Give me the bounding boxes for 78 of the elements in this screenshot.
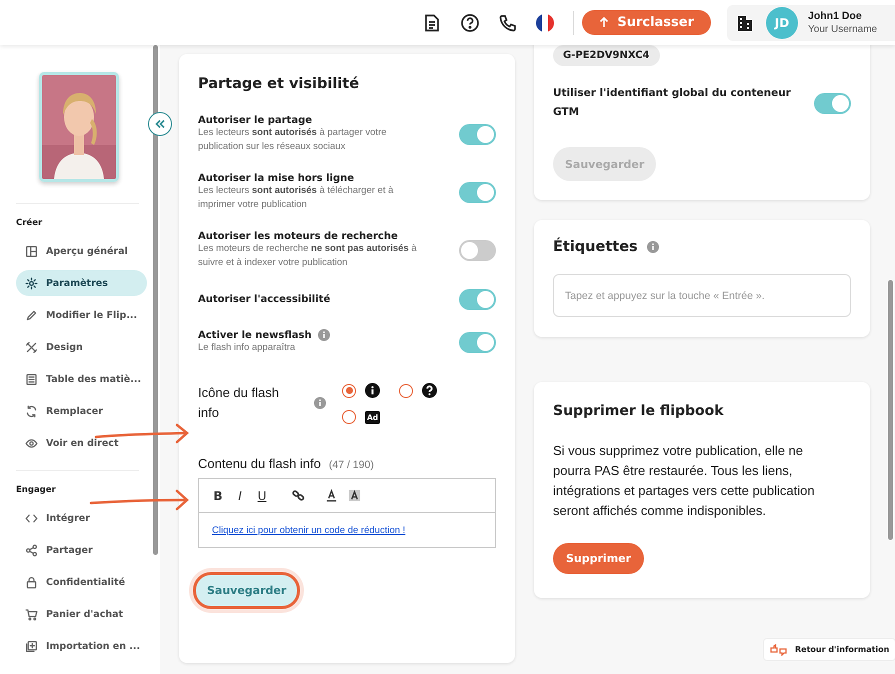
setting-description: Le flash info apparaîtra bbox=[198, 341, 296, 355]
phone-icon[interactable] bbox=[498, 12, 518, 32]
setting-description: Les moteurs de recherche ne sont pas autorisés à suivre et à indexer votre publication bbox=[198, 242, 418, 270]
menu-item-icon bbox=[25, 608, 38, 620]
menu-item-icon bbox=[25, 244, 38, 258]
collapse-button[interactable] bbox=[148, 112, 172, 136]
sidebar-item[interactable]: Intégrer bbox=[16, 505, 147, 531]
toggle-switch[interactable] bbox=[459, 332, 496, 352]
setting-description: Les lecteurs sont autorisés à partager votre publication sur les réseaux sociaux bbox=[198, 126, 388, 154]
menu-item-icon bbox=[25, 436, 38, 450]
info-icon bbox=[314, 397, 326, 409]
text-color-icon[interactable] bbox=[325, 489, 338, 502]
question-icon bbox=[422, 383, 437, 398]
setting-label: Autoriser les moteurs de recherche bbox=[198, 231, 398, 242]
arrow-up-icon bbox=[599, 17, 610, 28]
field-label: Icône du flash info bbox=[198, 384, 280, 422]
sidebar-item[interactable]: Importation en ... bbox=[16, 633, 147, 659]
info-icon bbox=[318, 329, 330, 341]
user-name: John1 Doe bbox=[808, 10, 863, 22]
section-title: Engager bbox=[16, 485, 57, 495]
sidebar-item[interactable]: Remplacer bbox=[16, 398, 147, 424]
format-button[interactable]: U bbox=[256, 488, 268, 502]
field-label: Contenu du flash info bbox=[198, 456, 321, 471]
highlight-color-icon[interactable] bbox=[348, 489, 361, 502]
menu-item-icon bbox=[25, 544, 38, 556]
sidebar-item[interactable]: Panier d'achat bbox=[16, 601, 147, 627]
setting-label: Autoriser la mise hors ligne bbox=[198, 173, 354, 184]
sidebar-item[interactable]: Confidentialité bbox=[16, 569, 147, 595]
toggle-switch[interactable] bbox=[814, 93, 851, 114]
setting-label: Activer le newsflash bbox=[198, 330, 312, 340]
text-editor[interactable]: B I U Cliquez ici pour obtenir un code de réduction ! bbox=[198, 478, 496, 548]
toggle-switch[interactable] bbox=[459, 124, 496, 145]
info-icon bbox=[646, 241, 659, 253]
feedback-button[interactable]: Retour d'information bbox=[763, 638, 895, 661]
user-username: Your Username bbox=[808, 22, 878, 36]
setting-label: Autoriser l'accessibilité bbox=[198, 294, 330, 305]
section-title: Créer bbox=[16, 218, 44, 228]
format-button[interactable]: B bbox=[212, 488, 224, 502]
radio-button[interactable] bbox=[342, 410, 356, 424]
menu-item-icon bbox=[25, 308, 38, 322]
radio-button[interactable] bbox=[399, 384, 413, 398]
toggle-switch[interactable] bbox=[459, 182, 496, 203]
card-title: Étiquettes bbox=[553, 239, 638, 255]
save-button[interactable]: Sauvegarder bbox=[193, 572, 300, 609]
menu-item-icon bbox=[25, 276, 38, 290]
sidebar-item[interactable]: Aperçu général bbox=[16, 238, 147, 264]
editor-link[interactable]: Cliquez ici pour obtenir un code de réduction ! bbox=[212, 524, 406, 536]
menu-item-icon bbox=[25, 640, 38, 652]
sidebar-item[interactable]: Voir en direct bbox=[16, 430, 147, 456]
setting-label: Utiliser l'identifiant global du conteneur GTM bbox=[553, 86, 792, 120]
format-button[interactable]: I bbox=[234, 488, 246, 502]
menu-item-icon bbox=[25, 340, 38, 354]
double-chevron-icon bbox=[155, 119, 165, 129]
info-icon bbox=[365, 383, 380, 398]
toggle-switch[interactable] bbox=[459, 289, 496, 310]
building-icon[interactable] bbox=[736, 14, 754, 32]
character-counter: (47 / 190) bbox=[328, 459, 374, 471]
toggle-switch[interactable] bbox=[459, 240, 496, 261]
card-title: Partage et visibilité bbox=[198, 76, 360, 92]
sidebar-item[interactable]: Partager bbox=[16, 537, 147, 563]
radio-button[interactable] bbox=[342, 384, 356, 398]
sidebar-item[interactable]: Design bbox=[16, 334, 147, 360]
card-title: Supprimer le flipbook bbox=[553, 403, 725, 419]
thumbs-icon bbox=[770, 644, 788, 656]
menu-item-icon bbox=[25, 512, 38, 524]
menu-item-icon bbox=[25, 404, 38, 418]
help-icon[interactable] bbox=[460, 12, 480, 32]
setting-label: Autoriser le partage bbox=[198, 115, 312, 126]
sidebar-item[interactable]: Table des matiè... bbox=[16, 366, 147, 392]
tags-input[interactable]: Tapez et appuyez sur la touche « Entrée ». bbox=[553, 274, 851, 317]
sidebar-item[interactable]: Modifier le Flip... bbox=[16, 302, 147, 328]
tracking-id: G-PE2DV9NXC4 bbox=[553, 45, 660, 66]
link-icon[interactable] bbox=[292, 489, 305, 502]
setting-description: Les lecteurs sont autorisés à télécharger et à imprimer votre publication bbox=[198, 184, 394, 212]
menu-item-icon bbox=[25, 372, 38, 386]
warning-text: Si vous supprimez votre publication, elle ne pourra PAS être restaurée. Tous les liens, intégrations et partages vers cette publication seront affichés comme indisponibles. bbox=[553, 442, 816, 520]
menu-item-icon bbox=[25, 576, 38, 588]
sidebar-item[interactable]: Paramètres bbox=[16, 270, 147, 296]
